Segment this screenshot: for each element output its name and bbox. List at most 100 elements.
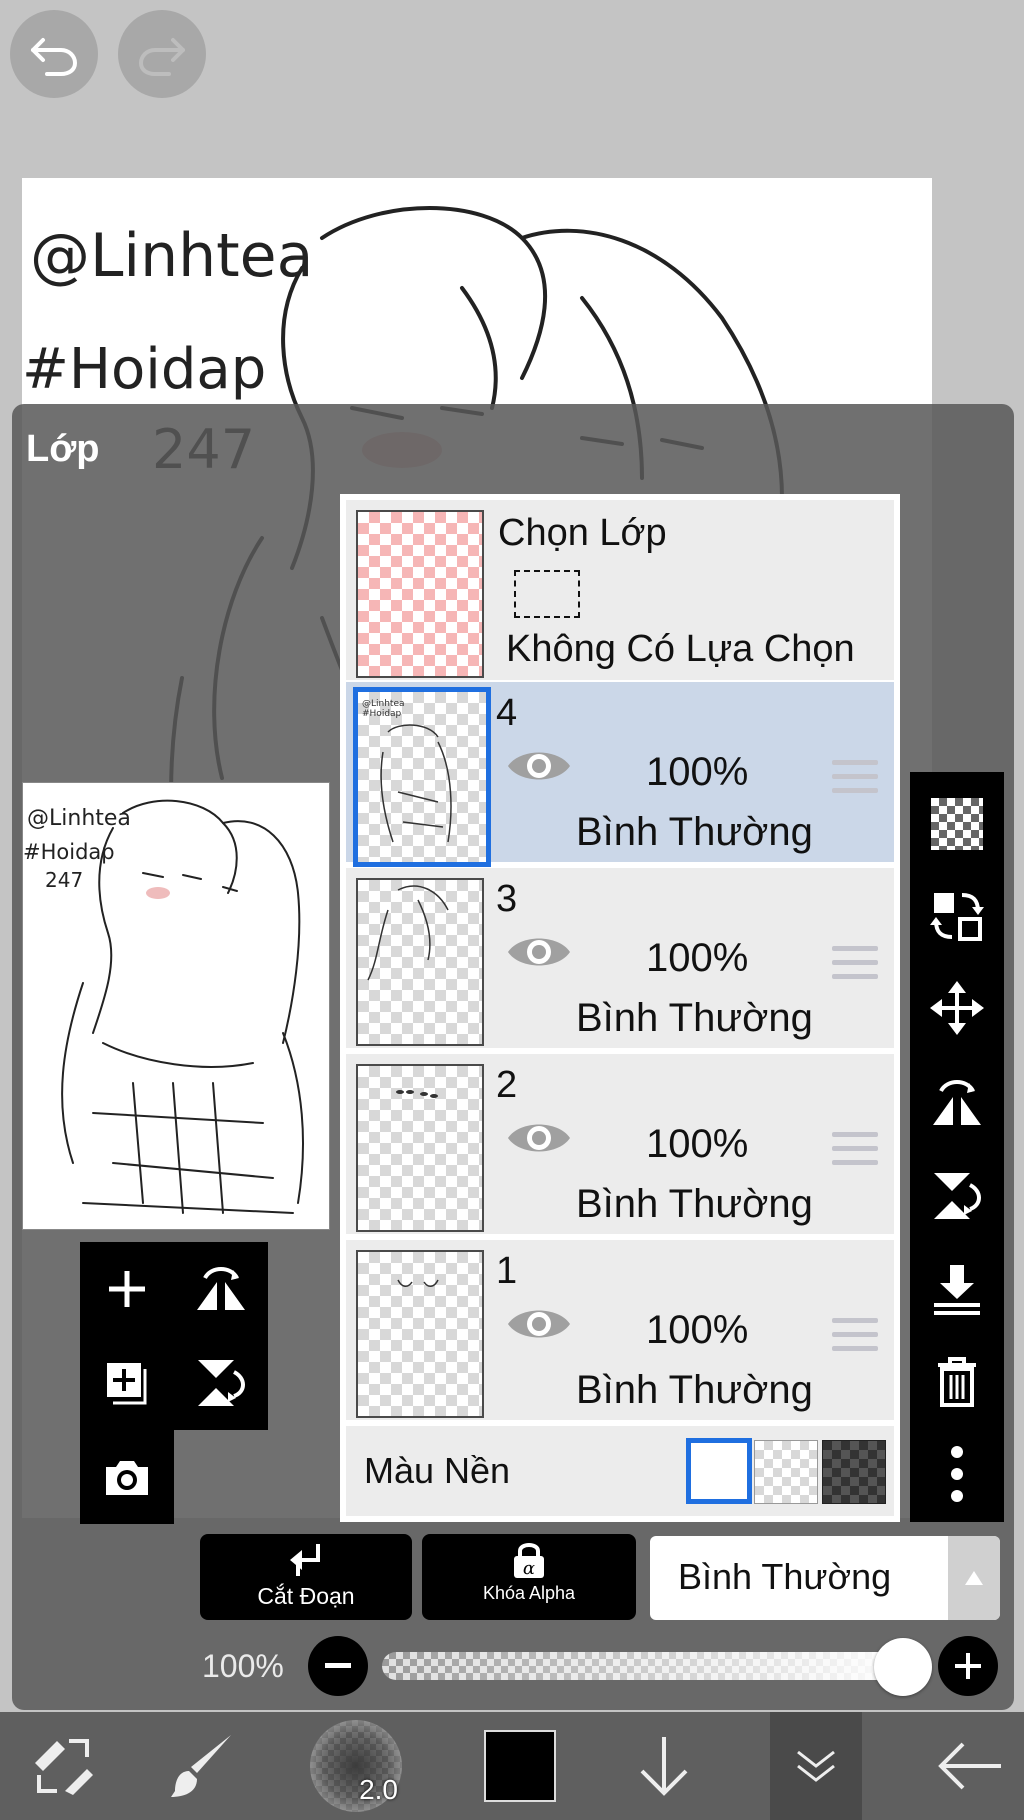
drag-handle-icon[interactable]: [832, 760, 878, 802]
more-options-button[interactable]: [910, 1434, 1004, 1514]
flip-horizontal-icon: [933, 1080, 981, 1125]
checkerboard-icon: [931, 798, 983, 850]
layers-panel-toggle[interactable]: [770, 1712, 862, 1820]
transparency-button[interactable]: [910, 784, 1004, 864]
layer-thumbnail: [356, 1250, 484, 1418]
alpha-lock-button[interactable]: α Khóa Alpha: [422, 1534, 636, 1620]
opacity-increase-button[interactable]: [938, 1636, 998, 1696]
layer-down-button[interactable]: [614, 1712, 714, 1820]
clipping-button[interactable]: Cắt Đoạn: [200, 1534, 412, 1620]
alpha-lock-label: Khóa Alpha: [482, 1583, 576, 1603]
svg-text:247: 247: [45, 868, 83, 892]
layer-blend-mode: Bình Thường: [576, 1368, 813, 1412]
flip-vertical-button[interactable]: [174, 1336, 268, 1430]
drag-handle-icon[interactable]: [832, 1132, 878, 1174]
svg-text:@Linhtea: @Linhtea: [30, 221, 313, 291]
color-button[interactable]: [470, 1712, 570, 1820]
layer-opacity: 100%: [646, 1308, 749, 1352]
layer-list[interactable]: Chọn Lớp Không Có Lựa Chọn @Linhtea #Hoi…: [340, 494, 900, 1522]
visibility-eye-icon[interactable]: [506, 1116, 572, 1160]
delete-layer-button[interactable]: [910, 1342, 1004, 1422]
background-transparent-option[interactable]: [754, 1440, 818, 1504]
selection-layer-row[interactable]: Chọn Lớp Không Có Lựa Chọn: [346, 500, 894, 680]
duplicate-layer-button[interactable]: [80, 1336, 174, 1430]
camera-import-button[interactable]: [80, 1430, 174, 1524]
svg-text:#Hoidap: #Hoidap: [362, 709, 402, 719]
layer-thumbnail-sketch: [396, 1090, 438, 1098]
current-color-swatch: [484, 1730, 556, 1802]
flip-vertical-icon: [198, 1360, 245, 1406]
triangle-up-icon: [965, 1571, 983, 1585]
layer-thumbnail: @Linhtea #Hoidap: [353, 687, 491, 867]
layer-thumbnail: [356, 878, 484, 1046]
selection-status: Không Có Lựa Chọn: [506, 628, 855, 670]
selection-layer-title: Chọn Lớp: [498, 512, 667, 554]
opacity-slider-track[interactable]: [382, 1652, 912, 1680]
visibility-eye-icon[interactable]: [506, 744, 572, 788]
opacity-slider-thumb[interactable]: [874, 1638, 932, 1696]
layer-row-1[interactable]: 1 100% Bình Thường: [346, 1240, 894, 1420]
background-white-option[interactable]: [686, 1438, 752, 1504]
add-layer-button[interactable]: [80, 1242, 174, 1336]
transform-eraser-icon: [35, 1739, 93, 1795]
undo-icon: [31, 38, 78, 76]
double-chevron-down-icon: [797, 1750, 835, 1782]
merge-down-button[interactable]: [910, 1250, 1004, 1330]
flip-layer-horizontal-button[interactable]: [910, 1062, 1004, 1142]
brush-size-preview: 2.0: [310, 1720, 402, 1812]
swap-layer-button[interactable]: [910, 876, 1004, 956]
blend-mode-select[interactable]: Bình Thường: [650, 1536, 1000, 1620]
layer-number: 4: [496, 692, 518, 734]
plus-icon: [955, 1653, 981, 1679]
visibility-eye-icon[interactable]: [506, 1302, 572, 1346]
move-button[interactable]: [910, 968, 1004, 1048]
layer-row-4[interactable]: @Linhtea #Hoidap 4 100% Bình Thường: [346, 682, 894, 867]
background-color-label: Màu Nền: [364, 1450, 511, 1491]
duplicate-layer-icon: [107, 1363, 147, 1405]
layer-thumbnail: [356, 1064, 484, 1232]
brush-tool-button[interactable]: [152, 1712, 252, 1820]
redo-button[interactable]: [118, 10, 206, 98]
camera-icon: [106, 1461, 148, 1495]
layer-number: 1: [496, 1250, 518, 1292]
minus-icon: [325, 1663, 351, 1668]
layer-row-2[interactable]: 2 100% Bình Thường: [346, 1054, 894, 1234]
clipping-label: Cắt Đoạn: [257, 1583, 355, 1609]
background-dark-option[interactable]: [822, 1440, 886, 1504]
blend-mode-arrow[interactable]: [948, 1536, 1000, 1620]
panel-title: Lớp: [26, 428, 100, 470]
layer-opacity: 100%: [646, 936, 749, 980]
back-button[interactable]: [920, 1712, 1020, 1820]
flip-horizontal-icon: [197, 1267, 245, 1310]
canvas-preview: @Linhtea #Hoidap 247: [22, 782, 330, 1230]
opacity-decrease-button[interactable]: [308, 1636, 368, 1696]
background-color-row: Màu Nền: [346, 1426, 894, 1516]
brush-size-button[interactable]: 2.0: [300, 1712, 412, 1820]
layer-number: 2: [496, 1064, 518, 1106]
blend-mode-value: Bình Thường: [678, 1556, 892, 1597]
transform-tool-button[interactable]: [14, 1712, 114, 1820]
layer-row-3[interactable]: 3 100% Bình Thường: [346, 868, 894, 1048]
visibility-eye-icon[interactable]: [506, 930, 572, 974]
flip-vertical-icon: [934, 1173, 981, 1219]
selection-marquee-icon: [514, 570, 580, 618]
svg-text:#Hoidap: #Hoidap: [23, 840, 115, 864]
flip-horizontal-button[interactable]: [174, 1242, 268, 1336]
layer-thumbnail-sketch: [397, 1279, 439, 1287]
layer-number: 3: [496, 878, 518, 920]
drag-handle-icon[interactable]: [832, 1318, 878, 1360]
layer-blend-mode: Bình Thường: [576, 1182, 813, 1226]
flip-layer-vertical-button[interactable]: [910, 1156, 1004, 1236]
undo-button[interactable]: [10, 10, 98, 98]
svg-text:#Hoidap: #Hoidap: [22, 337, 266, 402]
selection-layer-thumbnail: [356, 510, 484, 678]
drag-handle-icon[interactable]: [832, 946, 878, 988]
brush-size-value: 2.0: [359, 1774, 398, 1805]
merge-down-icon: [934, 1265, 980, 1315]
layer-tools-toolbar: [910, 772, 1004, 1522]
plus-icon: [109, 1271, 145, 1307]
bottom-toolbar: 2.0: [0, 1712, 1024, 1820]
layer-blend-mode: Bình Thường: [576, 810, 813, 854]
trash-icon: [938, 1357, 976, 1407]
arrow-left-icon: [938, 1742, 1001, 1790]
